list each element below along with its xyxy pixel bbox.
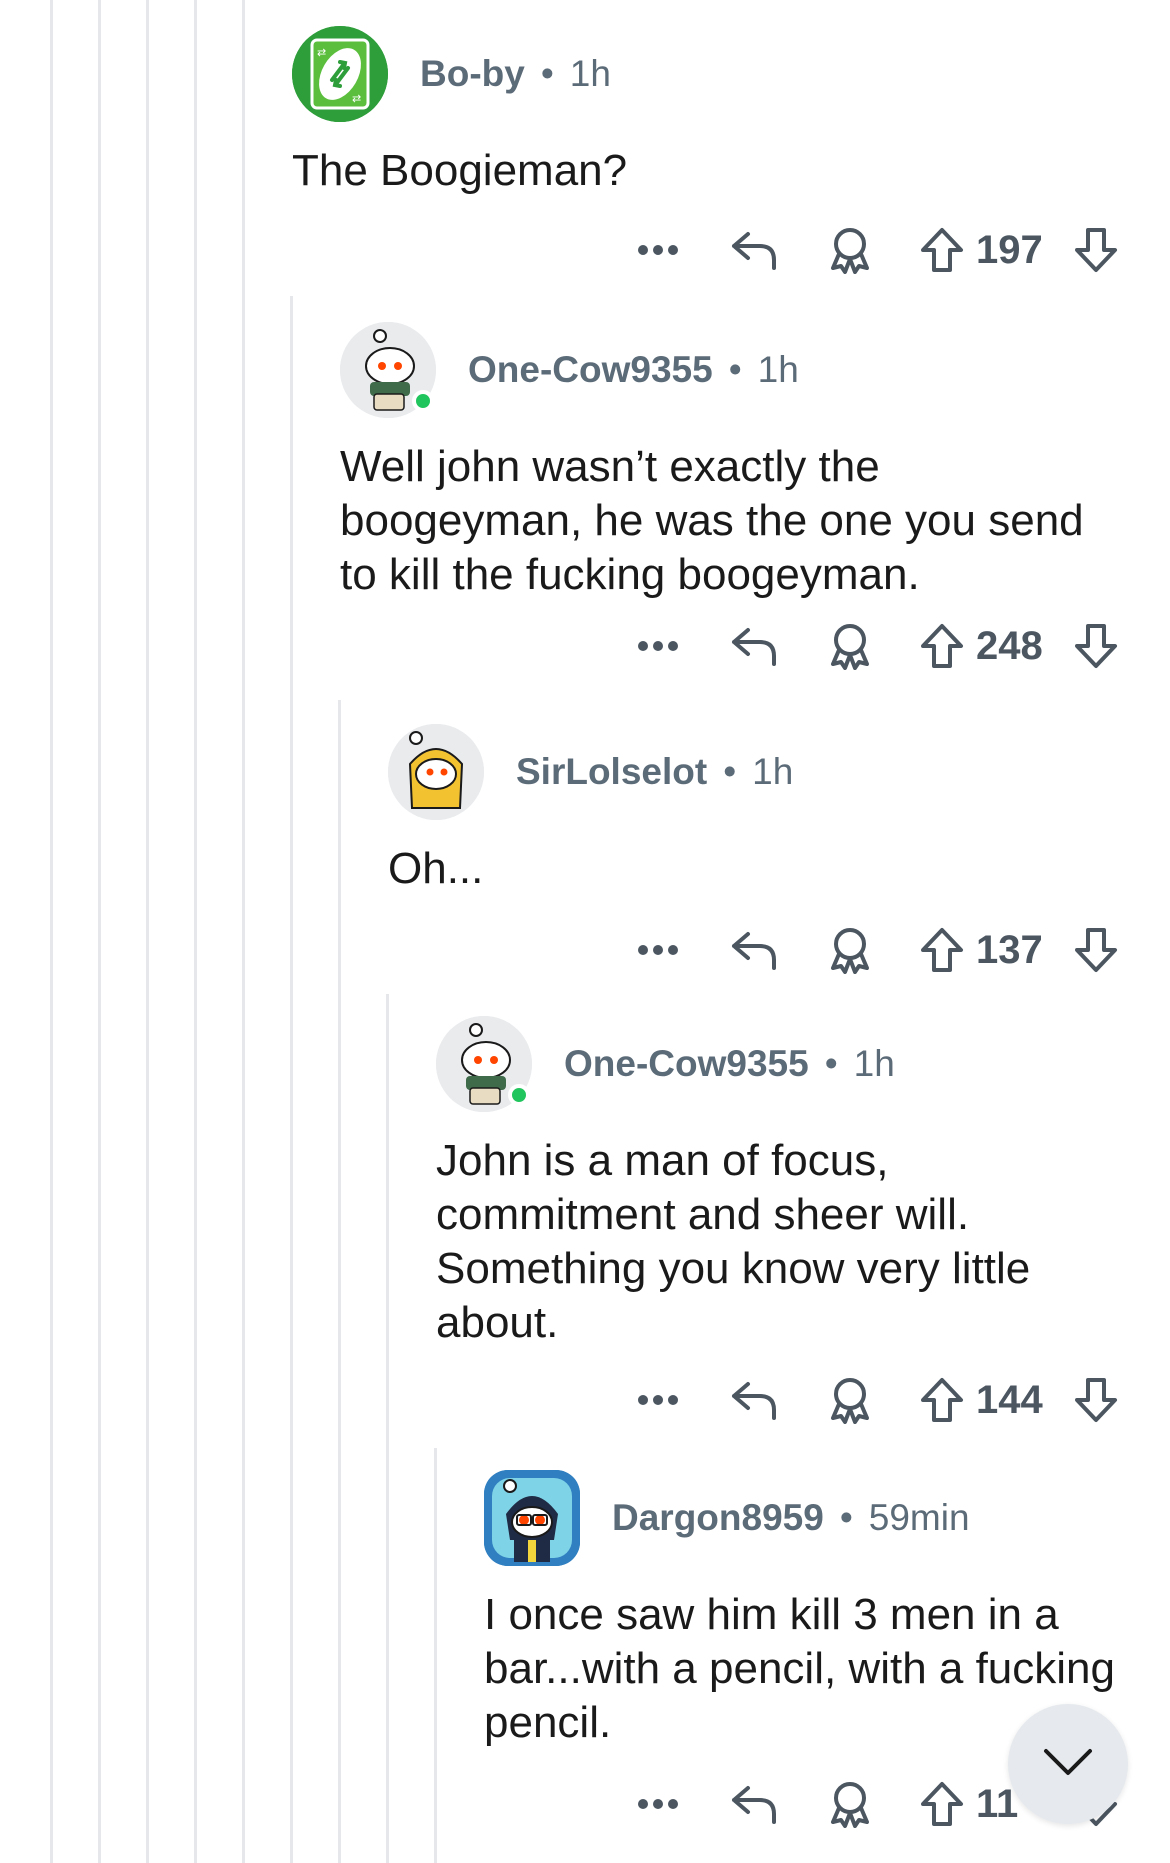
svg-text:⇄: ⇄ (317, 46, 326, 59)
scroll-next-button[interactable] (1008, 1704, 1128, 1824)
more-options-icon[interactable] (628, 640, 688, 652)
vote-score: 248 (976, 623, 1043, 668)
comment-body: The Boogieman? (292, 146, 628, 195)
comment: SirLolselot • 1h Oh... 137 (388, 724, 1122, 974)
award-icon[interactable] (820, 1780, 880, 1828)
more-options-icon[interactable] (628, 244, 688, 256)
reply-icon[interactable] (724, 1378, 784, 1422)
thread-line (194, 0, 197, 1863)
reply-icon[interactable] (724, 228, 784, 272)
comment-time: 1h (853, 1043, 895, 1084)
thread-line (338, 700, 341, 1863)
comment-header: Dargon8959 • 59min (484, 1470, 1122, 1566)
comment-body: Oh... (388, 844, 484, 893)
thread-line (290, 296, 293, 1863)
award-icon[interactable] (820, 226, 880, 274)
vote-score: 137 (976, 927, 1043, 972)
vote-score: 197 (976, 227, 1043, 272)
comment-time: 59min (868, 1497, 970, 1538)
more-options-icon[interactable] (628, 1798, 688, 1810)
thread-line (434, 1448, 437, 1863)
online-status-dot (412, 390, 434, 412)
comment-author[interactable]: One-Cow9355 (468, 349, 713, 391)
comment-actions: 144 (628, 1370, 1122, 1430)
comment-author[interactable]: Dargon8959 (612, 1497, 824, 1539)
thread-line (242, 0, 245, 1863)
thread-line (386, 994, 389, 1863)
meta-separator: • (728, 349, 742, 390)
meta-separator: • (540, 53, 554, 94)
downvote-arrow-icon[interactable] (1070, 1376, 1122, 1424)
comment-body: Well john wasn’t exactly the boogeyman, … (340, 442, 1084, 599)
snoo-avatar-icon[interactable] (436, 1016, 532, 1112)
snoo-avatar-icon[interactable] (340, 322, 436, 418)
comment-author[interactable]: One-Cow9355 (564, 1043, 809, 1085)
meta-separator: • (824, 1043, 838, 1084)
upvote-arrow-icon[interactable] (916, 226, 968, 274)
comment: ⇄ ⇄ Bo-by • 1h The Boogieman? 197 (292, 26, 1122, 276)
more-options-icon[interactable] (628, 944, 688, 956)
comment-body: John is a man of focus, commitment and s… (436, 1136, 1031, 1347)
reply-icon[interactable] (724, 928, 784, 972)
award-icon[interactable] (820, 926, 880, 974)
comment-header: ⇄ ⇄ Bo-by • 1h (292, 26, 1122, 122)
meta-separator: • (839, 1497, 853, 1538)
award-icon[interactable] (820, 1376, 880, 1424)
uno-reverse-card-icon[interactable]: ⇄ ⇄ (292, 26, 388, 122)
thread-line (98, 0, 101, 1863)
snoo-avatar-icon[interactable] (484, 1470, 580, 1566)
comment-actions: 248 (628, 616, 1122, 676)
comment: One-Cow9355 • 1h John is a man of focus,… (436, 1016, 1122, 1426)
svg-text:⇄: ⇄ (352, 92, 361, 105)
upvote-arrow-icon[interactable] (916, 926, 968, 974)
snoo-avatar-icon[interactable] (388, 724, 484, 820)
chevron-down-icon (1042, 1747, 1094, 1782)
downvote-arrow-icon[interactable] (1070, 226, 1122, 274)
downvote-arrow-icon[interactable] (1070, 622, 1122, 670)
reply-icon[interactable] (724, 1782, 784, 1826)
comment-header: One-Cow9355 • 1h (436, 1016, 1122, 1112)
upvote-arrow-icon[interactable] (916, 1780, 968, 1828)
meta-separator: • (723, 751, 737, 792)
thread-line (146, 0, 149, 1863)
comment-header: SirLolselot • 1h (388, 724, 1122, 820)
comment: One-Cow9355 • 1h Well john wasn’t exactl… (340, 322, 1122, 682)
downvote-arrow-icon[interactable] (1070, 926, 1122, 974)
award-icon[interactable] (820, 622, 880, 670)
comment-time: 1h (752, 751, 794, 792)
upvote-arrow-icon[interactable] (916, 622, 968, 670)
comment-time: 1h (569, 53, 611, 94)
comment-author[interactable]: Bo-by (420, 53, 525, 95)
upvote-arrow-icon[interactable] (916, 1376, 968, 1424)
comment-header: One-Cow9355 • 1h (340, 322, 1122, 418)
comment-actions: 137 (628, 920, 1122, 980)
comment-time: 1h (757, 349, 799, 390)
comment-actions: 197 (628, 220, 1122, 280)
vote-score: 144 (976, 1377, 1043, 1422)
reply-icon[interactable] (724, 624, 784, 668)
online-status-dot (508, 1084, 530, 1106)
more-options-icon[interactable] (628, 1394, 688, 1406)
comment-author[interactable]: SirLolselot (516, 751, 707, 793)
thread-line (50, 0, 53, 1863)
